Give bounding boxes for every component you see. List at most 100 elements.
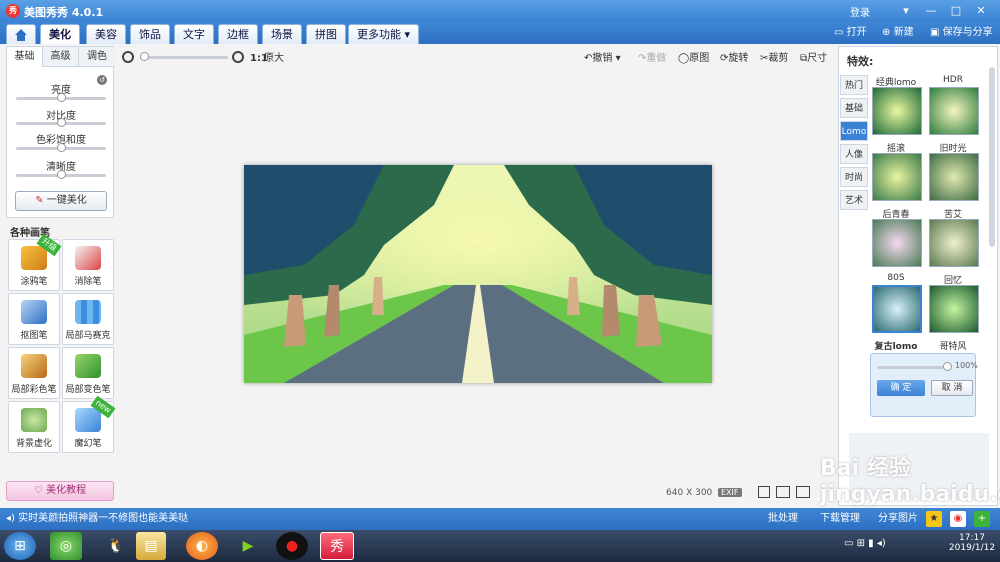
original-size-button[interactable]: 原大 — [264, 52, 284, 66]
effects-tab-portrait[interactable]: 人像 — [840, 144, 868, 164]
zoom-in-icon[interactable] — [232, 51, 244, 63]
share-image-button[interactable]: 分享图片 — [878, 508, 918, 530]
background-blur-tool[interactable]: 背景虚化 — [8, 401, 60, 453]
brightness-slider[interactable] — [16, 93, 106, 102]
strength-slider[interactable] — [877, 362, 952, 371]
rotate-button[interactable]: ⟳旋转 — [720, 52, 748, 66]
exif-button[interactable]: EXIF — [718, 488, 742, 497]
effect-label: HDR — [943, 75, 963, 85]
paint-bucket-icon — [75, 354, 101, 378]
compare-view-icon[interactable] — [758, 486, 770, 498]
tab-scene[interactable]: 场景 — [262, 24, 302, 44]
tutorial-button[interactable]: ♡ 美化教程 — [6, 481, 114, 501]
file-explorer-icon[interactable]: ▤ — [136, 532, 166, 560]
maximize-button[interactable]: □ — [945, 3, 967, 19]
tab-face[interactable]: 美容 — [86, 24, 126, 44]
brightness-knob[interactable] — [57, 93, 66, 102]
eraser-pen-tool[interactable]: 消除笔 — [62, 239, 114, 291]
undo-button[interactable]: ↶撤销 ▾ — [584, 52, 621, 66]
zoom-knob[interactable] — [140, 52, 149, 61]
sharpness-slider[interactable] — [16, 170, 106, 179]
tool-label: 抠图笔 — [20, 331, 48, 341]
open-button[interactable]: ▭ 打开 — [834, 26, 867, 40]
tool-label: 魔幻笔 — [74, 439, 102, 449]
strength-knob[interactable] — [943, 362, 952, 371]
effects-tab-hot[interactable]: 热门 — [840, 75, 868, 95]
local-color-pen-tool[interactable]: 局部彩色笔 — [8, 347, 60, 399]
add-icon[interactable]: + — [974, 511, 990, 527]
record-icon[interactable]: ● — [276, 532, 308, 560]
weibo-icon[interactable]: ◉ — [950, 511, 966, 527]
confirm-button[interactable]: 确 定 — [877, 380, 925, 396]
sharpness-knob[interactable] — [57, 170, 66, 179]
local-recolor-pen-tool[interactable]: 局部变色笔 — [62, 347, 114, 399]
download-manager-button[interactable]: 下载管理 — [820, 508, 860, 530]
effect-absinthe[interactable] — [929, 219, 979, 267]
graffiti-pen-tool[interactable]: 升级 涂鸦笔 — [8, 233, 62, 291]
one-key-beautify-button[interactable]: ✎ 一键美化 — [15, 191, 107, 211]
effect-memory[interactable] — [929, 285, 979, 333]
tab-accessories[interactable]: 饰品 — [130, 24, 170, 44]
effects-scrollbar[interactable] — [989, 67, 995, 247]
subtab-basic[interactable]: 基础 — [7, 47, 43, 67]
clock[interactable]: 17:17 2019/1/12 — [948, 533, 996, 553]
original-image-button[interactable]: ◯原图 — [678, 52, 709, 66]
graffiti-pen-icon — [21, 246, 47, 270]
zoom-slider[interactable] — [140, 52, 228, 61]
fullscreen-icon[interactable] — [796, 486, 810, 498]
effect-hdr[interactable] — [929, 87, 979, 135]
effects-tab-lomo[interactable]: Lomo — [840, 121, 868, 141]
watermark: Bai 经验 jingyan.baidu.com — [820, 456, 1000, 507]
star-icon[interactable]: ★ — [926, 511, 942, 527]
contrast-knob[interactable] — [57, 118, 66, 127]
tab-beautify[interactable]: 美化 — [40, 24, 80, 44]
new-button[interactable]: ⊕ 新建 — [882, 26, 914, 40]
tab-collage[interactable]: 拼图 — [306, 24, 346, 44]
qq-icon[interactable]: 🐧 — [100, 532, 132, 560]
close-button[interactable]: ✕ — [970, 3, 992, 19]
tab-more[interactable]: 更多功能 ▾ — [348, 24, 420, 44]
start-button-icon[interactable]: ⊞ — [4, 532, 36, 560]
zoom-out-icon[interactable] — [122, 51, 134, 63]
magic-pen-icon — [75, 408, 101, 432]
effect-80s[interactable] — [872, 285, 922, 333]
subtab-color[interactable]: 调色 — [79, 47, 115, 67]
effect-rock[interactable] — [872, 153, 922, 201]
tab-border[interactable]: 边框 — [218, 24, 258, 44]
login-link[interactable]: 登录 — [850, 4, 870, 19]
home-tab[interactable] — [6, 24, 36, 44]
adjust-panel: 基础 高级 调色 ↺ 亮度 对比度 色彩饱和度 清晰度 ✎ 一键美化 — [6, 46, 115, 218]
dropdown-window-button[interactable]: ▾ — [895, 3, 917, 19]
saturation-slider[interactable] — [16, 143, 106, 152]
cancel-button[interactable]: 取 消 — [931, 380, 973, 396]
minimize-button[interactable]: — — [920, 3, 942, 19]
batch-button[interactable]: 批处理 — [768, 508, 798, 530]
effects-tab-basic[interactable]: 基础 — [840, 98, 868, 118]
resize-button[interactable]: ⧉尺寸 — [800, 52, 827, 66]
magic-pen-tool[interactable]: new 魔幻笔 — [62, 395, 116, 453]
contrast-slider[interactable] — [16, 118, 106, 127]
tab-text[interactable]: 文字 — [174, 24, 214, 44]
photo-canvas[interactable] — [244, 165, 712, 383]
tray-icons[interactable]: ▭ ⊞ ▮ ◂) — [844, 538, 886, 549]
saturation-knob[interactable] — [57, 143, 66, 152]
crop-button[interactable]: ✂裁剪 — [760, 52, 788, 66]
firefox-icon[interactable]: ◐ — [186, 532, 218, 560]
effect-old-times[interactable] — [929, 153, 979, 201]
media-player-icon[interactable]: ▶ — [232, 532, 264, 560]
redo-button[interactable]: ↷重做 — [638, 52, 666, 66]
app-title: 美图秀秀 4.0.1 — [24, 6, 104, 19]
save-share-button[interactable]: ▣ 保存与分享 — [930, 26, 993, 40]
meitu-taskbar-icon[interactable]: 秀 — [320, 532, 354, 560]
fit-view-icon[interactable] — [776, 486, 790, 498]
effects-tab-fashion[interactable]: 时尚 — [840, 167, 868, 187]
browser-360-icon[interactable]: ◎ — [50, 532, 82, 560]
cutout-pen-tool[interactable]: 抠图笔 — [8, 293, 60, 345]
effect-classic-lomo[interactable] — [872, 87, 922, 135]
effects-panel: 特效: 热门 基础 Lomo 人像 时尚 艺术 经典lomo HDR 摇滚 旧时… — [838, 46, 998, 506]
effect-post-youth[interactable] — [872, 219, 922, 267]
subtab-advanced[interactable]: 高级 — [43, 47, 79, 67]
status-tip[interactable]: 实时美颜拍照神器一不修图也能美美哒 — [18, 513, 188, 524]
mosaic-tool[interactable]: 局部马赛克 — [62, 293, 114, 345]
effects-tab-art[interactable]: 艺术 — [840, 190, 868, 210]
